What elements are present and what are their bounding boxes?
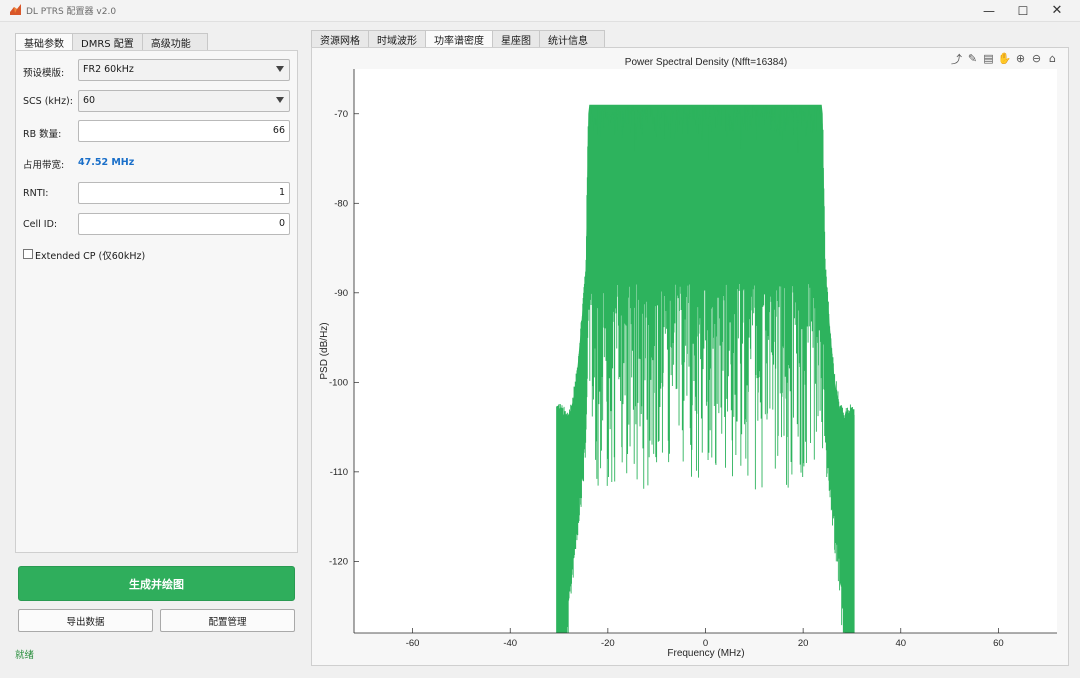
bw-label: 占用带宽: <box>23 160 65 171</box>
close-button[interactable]: ✕ <box>1040 0 1074 21</box>
generate-plot-button[interactable]: 生成并绘图 <box>18 566 295 601</box>
cellid-label: Cell ID: <box>23 219 58 230</box>
tab-statistics[interactable]: 统计信息 <box>539 30 605 47</box>
pan-icon[interactable]: ✋ <box>998 52 1012 65</box>
rb-input[interactable]: 66 <box>78 120 290 142</box>
tab-psd[interactable]: 功率谱密度 <box>425 30 493 48</box>
home-icon[interactable]: ⌂ <box>1046 52 1059 65</box>
matlab-icon <box>10 4 21 15</box>
y-tick-label: -110 <box>330 467 348 478</box>
title-bar: DL PTRS 配置器 v2.0 — ☐ ✕ <box>0 0 1080 22</box>
psd-chart: Power Spectral Density (Nfft=16384) Freq… <box>319 57 1057 659</box>
rnti-value: 1 <box>278 187 285 198</box>
y-tick-label: -120 <box>329 556 348 567</box>
right-tab-bar: 资源网格 时域波形 功率谱密度 星座图 统计信息 <box>311 30 605 48</box>
preset-dropdown[interactable]: FR2 60kHz <box>78 59 290 81</box>
tab-constellation[interactable]: 星座图 <box>492 30 540 47</box>
left-tab-bar: 基础参数 DMRS 配置 高级功能 <box>15 33 208 51</box>
config-manage-button[interactable]: 配置管理 <box>160 609 295 632</box>
export-data-button[interactable]: 导出数据 <box>18 609 153 632</box>
scs-dropdown[interactable]: 60 <box>78 90 290 112</box>
chevron-down-icon <box>276 97 284 103</box>
datatip-icon[interactable]: ▤ <box>982 52 995 65</box>
y-tick-label: -90 <box>334 288 348 299</box>
x-tick-label: 60 <box>993 638 1004 649</box>
y-tick-label: -100 <box>329 377 348 388</box>
cellid-input[interactable]: 0 <box>78 213 290 235</box>
minimize-button[interactable]: — <box>972 0 1006 21</box>
x-tick-label: 40 <box>895 638 906 649</box>
y-axis-label: PSD (dB/Hz) <box>319 322 330 379</box>
maximize-button[interactable]: ☐ <box>1006 0 1040 21</box>
preset-label: 预设模版: <box>23 68 65 79</box>
app-window: DL PTRS 配置器 v2.0 — ☐ ✕ 基础参数 DMRS 配置 高级功能… <box>0 0 1080 678</box>
x-tick-label: -60 <box>406 638 420 649</box>
extended-cp-label: Extended CP (仅60kHz) <box>35 251 146 262</box>
scs-label: SCS (kHz): <box>23 96 73 107</box>
x-tick-label: -20 <box>601 638 615 649</box>
cellid-value: 0 <box>278 218 285 229</box>
rnti-input[interactable]: 1 <box>78 182 290 204</box>
rb-value: 66 <box>272 125 285 136</box>
x-axis-label: Frequency (MHz) <box>667 648 744 659</box>
tab-resource-grid[interactable]: 资源网格 <box>311 30 369 47</box>
tab-advanced[interactable]: 高级功能 <box>141 33 208 50</box>
window-title: DL PTRS 配置器 v2.0 <box>26 7 117 17</box>
scs-value: 60 <box>83 95 96 106</box>
export-icon[interactable]: ⤴ <box>950 52 963 66</box>
zoom-out-icon[interactable]: ⊖ <box>1030 52 1043 65</box>
rb-label: RB 数量: <box>23 129 62 140</box>
zoom-in-icon[interactable]: ⊕ <box>1014 52 1027 65</box>
tab-time-waveform[interactable]: 时域波形 <box>368 30 426 47</box>
status-text: 就绪 <box>15 650 35 661</box>
tab-dmrs-config[interactable]: DMRS 配置 <box>72 33 143 50</box>
y-tick-label: -80 <box>334 198 348 209</box>
brush-icon[interactable]: ✎ <box>966 52 979 65</box>
rnti-label: RNTI: <box>23 188 49 199</box>
y-tick-label: -70 <box>334 109 348 120</box>
chart-title: Power Spectral Density (Nfft=16384) <box>625 57 787 68</box>
x-tick-label: 20 <box>798 638 809 649</box>
plot-toolbar: ⤴ ✎ ▤ ✋ ⊕ ⊖ ⌂ <box>950 52 1059 66</box>
x-tick-label: -40 <box>503 638 517 649</box>
preset-value: FR2 60kHz <box>83 64 134 75</box>
x-tick-label: 0 <box>703 638 708 649</box>
tab-basic-params[interactable]: 基础参数 <box>15 33 73 51</box>
extended-cp-checkbox[interactable] <box>23 249 33 259</box>
chevron-down-icon <box>276 66 284 72</box>
bw-value: 47.52 MHz <box>78 157 135 168</box>
